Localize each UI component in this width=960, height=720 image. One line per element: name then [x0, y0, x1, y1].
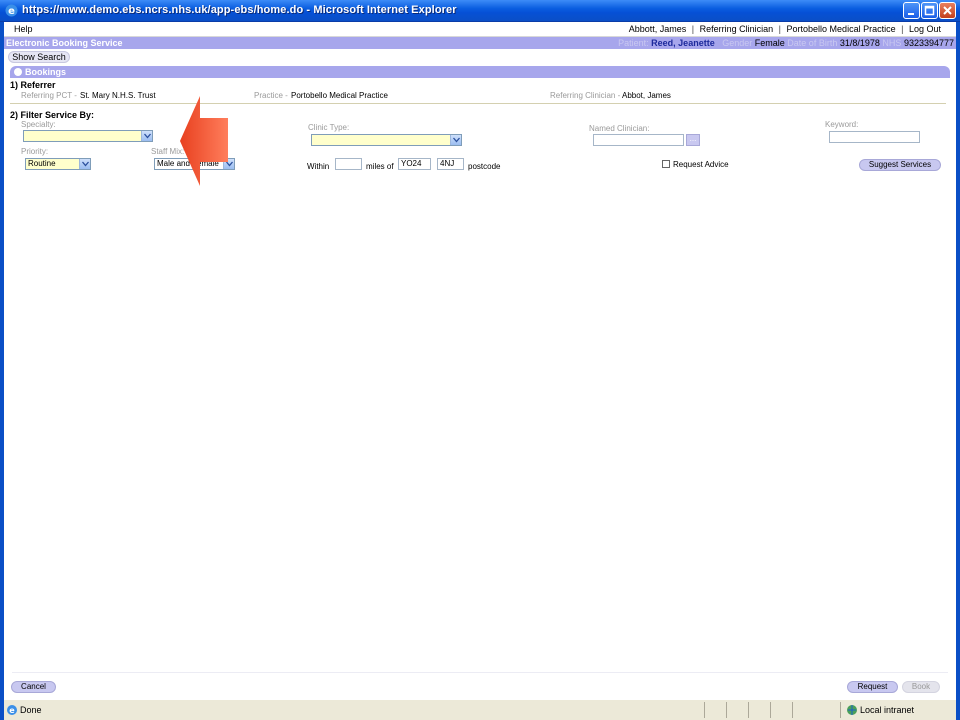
nhs-label: NHS [882, 38, 902, 48]
footer-divider [12, 672, 948, 673]
page-content: Help Abbott, James | Referring Clinician… [4, 22, 956, 699]
bookings-header[interactable]: Bookings [10, 66, 950, 78]
suggest-services-button[interactable]: Suggest Services [859, 159, 941, 171]
security-zone-label: Local intranet [860, 705, 915, 715]
gender-label: Gender [722, 38, 753, 48]
keyword-input[interactable] [829, 131, 920, 143]
specialty-select[interactable] [23, 130, 153, 142]
show-search-button[interactable]: Show Search [8, 51, 70, 63]
patient-banner: Patient: Reed, Jeanette Gender Female Da… [618, 38, 954, 48]
postcode-part1-input[interactable]: YO24 [398, 158, 431, 170]
within-label: Within [307, 162, 330, 171]
maximize-button[interactable] [921, 2, 938, 19]
window-frame-right [956, 22, 960, 720]
collapse-icon [14, 68, 22, 76]
named-clinician-label: Named Clinician: [589, 124, 650, 133]
top-links-bar: Help Abbott, James | Referring Clinician… [4, 22, 956, 37]
app-title: Electronic Booking Service [6, 38, 123, 48]
named-clinician-input[interactable] [593, 134, 684, 146]
pointer-arrow-icon [180, 96, 228, 186]
status-cell [704, 702, 705, 718]
practice-value: Portobello Medical Practice [291, 91, 388, 100]
gender-value: Female [754, 38, 785, 48]
referring-clinician-value: Abbot, James [622, 91, 671, 100]
referring-pct-label: Referring PCT - [21, 91, 77, 100]
close-button[interactable] [939, 2, 956, 19]
postcode-part2-input[interactable]: 4NJ [437, 158, 464, 170]
dob-value: 31/8/1978 [839, 38, 880, 48]
app-header-bar: Electronic Booking Service Patient: Reed… [4, 37, 956, 49]
window-title: https://mww.demo.ebs.ncrs.nhs.uk/app-ebs… [22, 4, 457, 16]
user-org: Portobello Medical Practice [786, 24, 896, 34]
user-name: Abbott, James [628, 24, 687, 34]
keyword-label: Keyword: [825, 120, 859, 129]
book-button[interactable]: Book [902, 681, 940, 693]
specialty-label: Specialty: [21, 120, 56, 129]
user-role: Referring Clinician [699, 24, 774, 34]
local-intranet-icon [847, 705, 857, 715]
nhs-value: 9323394777 [903, 38, 954, 48]
minimize-button[interactable] [903, 2, 920, 19]
request-advice-checkbox[interactable] [662, 160, 670, 168]
named-clinician-lookup-button[interactable]: ... [686, 134, 700, 146]
user-links: Abbott, James | Referring Clinician | Po… [626, 24, 944, 34]
miles-of-label: miles of [366, 162, 394, 171]
priority-select[interactable]: Routine [25, 158, 91, 170]
status-cell [840, 702, 841, 718]
patient-name: Reed, Jeanette [651, 38, 715, 48]
referring-pct-value: St. Mary N.H.S. Trust [80, 91, 156, 100]
minimize-icon [908, 13, 914, 15]
internet-explorer-icon: e [5, 4, 18, 17]
status-bar: e Done Local intranet [4, 699, 956, 720]
status-cell [792, 702, 793, 718]
dob-label: Date of Birth [787, 38, 838, 48]
referrer-section-title: 1) Referrer [10, 80, 56, 90]
logout-link[interactable]: Log Out [909, 24, 941, 34]
request-button[interactable]: Request [847, 681, 898, 693]
separator: | [901, 24, 904, 34]
chevron-down-icon [141, 131, 152, 141]
clinic-type-select[interactable] [311, 134, 462, 146]
page-done-icon: e [7, 705, 17, 715]
separator: | [778, 24, 782, 34]
status-cell [726, 702, 727, 718]
section-divider [10, 103, 946, 104]
postcode-label: postcode [468, 162, 501, 171]
referring-clinician-label: Referring Clinician - [550, 91, 621, 100]
within-miles-input[interactable] [335, 158, 362, 170]
bookings-title: Bookings [25, 67, 67, 77]
svg-text:e: e [9, 706, 15, 715]
maximize-icon [924, 5, 935, 16]
filter-section-title: 2) Filter Service By: [10, 110, 95, 120]
chevron-down-icon [79, 159, 90, 169]
svg-text:e: e [8, 6, 15, 17]
status-text: Done [20, 705, 42, 715]
cancel-button[interactable]: Cancel [11, 681, 56, 693]
status-cell [770, 702, 771, 718]
chevron-down-icon [450, 135, 461, 145]
close-icon [943, 6, 952, 15]
practice-label: Practice - [254, 91, 288, 100]
separator: | [691, 24, 695, 34]
request-advice-label: Request Advice [673, 160, 729, 169]
clinic-type-label: Clinic Type: [308, 123, 350, 132]
priority-value: Routine [28, 159, 56, 168]
priority-label: Priority: [21, 147, 49, 156]
title-bar: e https://mww.demo.ebs.ncrs.nhs.uk/app-e… [0, 0, 960, 22]
status-cell [748, 702, 749, 718]
patient-label: Patient: [618, 38, 649, 48]
help-link[interactable]: Help [14, 24, 33, 34]
